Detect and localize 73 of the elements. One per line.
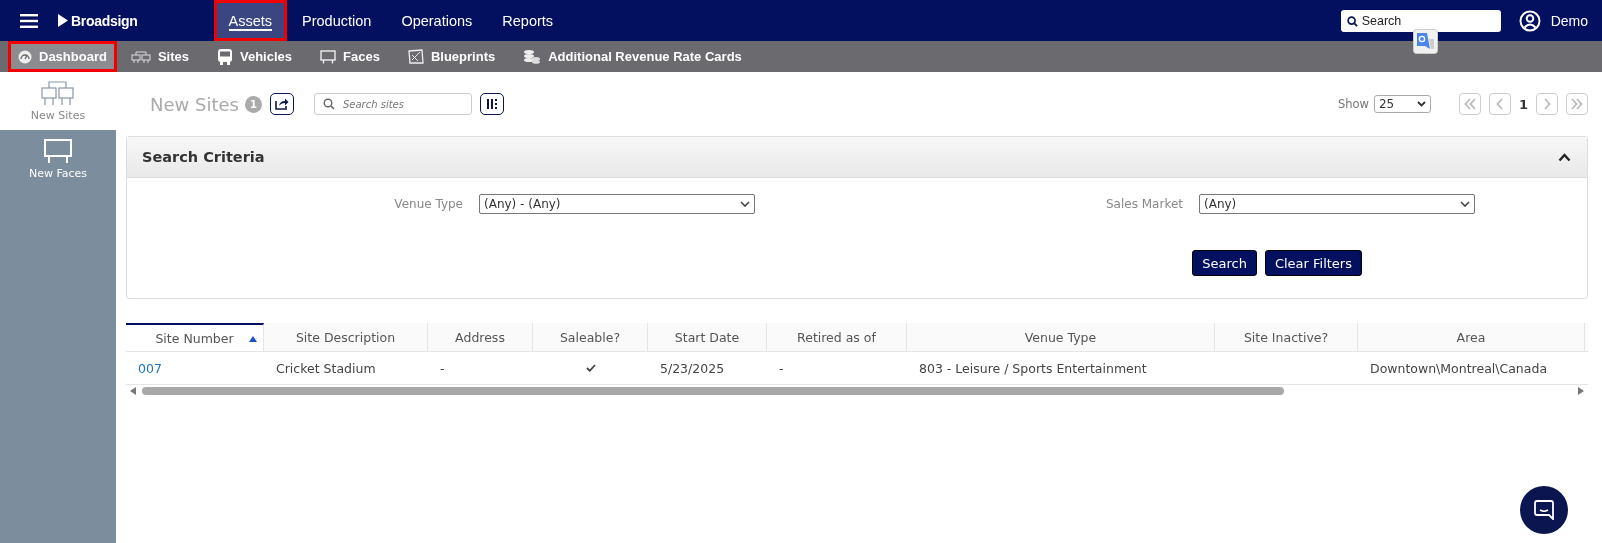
table-cell: Downtown\Montreal\Canada (1370, 360, 1548, 376)
nav-tab[interactable]: Operations (386, 0, 488, 41)
column-header[interactable]: Retired as of (767, 323, 907, 351)
nav-tab[interactable]: Assets (213, 0, 288, 41)
table-cell: - (440, 360, 445, 376)
action-button[interactable]: Clear Filters (1264, 250, 1362, 276)
chevron-down-icon (1416, 101, 1426, 107)
nav-tab[interactable]: Production (287, 0, 387, 41)
action-button[interactable]: Search (1192, 250, 1257, 276)
show-label: Show (1337, 97, 1369, 111)
subnav-tab[interactable]: Additional Revenue Rate Cards (509, 41, 756, 72)
user-icon[interactable] (1518, 9, 1541, 32)
filter-label: Venue Type (394, 197, 463, 211)
chevron-down-icon (1460, 201, 1470, 207)
billboard-icon (43, 138, 73, 164)
subnav-tab[interactable]: Faces (306, 41, 394, 72)
blueprint-icon (407, 49, 424, 64)
translate-icon[interactable] (1413, 29, 1438, 54)
nav-tab[interactable]: Reports (487, 0, 569, 41)
billboards-icon (41, 80, 75, 106)
scroll-right-icon[interactable] (1578, 387, 1584, 395)
table-cell: - (779, 360, 784, 376)
columns-icon (485, 98, 498, 110)
billboard-icon (320, 49, 337, 64)
search-icon (322, 98, 335, 110)
billboards-icon (130, 49, 151, 64)
chevron-left-icon (1495, 98, 1504, 110)
subnav-tab[interactable]: Sites (116, 41, 203, 72)
menu-icon[interactable] (20, 13, 38, 28)
page-number: 1 (1518, 96, 1528, 112)
user-name[interactable]: Demo (1550, 12, 1588, 29)
column-header[interactable]: Area (1358, 323, 1585, 351)
export-icon (274, 98, 289, 110)
double-chevron-right-icon (1571, 98, 1583, 110)
subnav-tab[interactable]: Vehicles (203, 41, 307, 72)
filter-select[interactable]: (Any) (1199, 194, 1475, 214)
play-logo-icon (58, 14, 68, 27)
chevron-right-icon (1543, 98, 1551, 110)
subnav-tab[interactable]: Blueprints (393, 41, 510, 72)
column-header[interactable]: Site Description (264, 323, 428, 351)
bus-icon (217, 48, 233, 65)
table-cell: 803 - Leisure / Sports Entertainment (919, 360, 1147, 376)
filter-select[interactable]: (Any) - (Any) (479, 194, 755, 214)
brand-name: Broadsign (71, 12, 138, 29)
chevron-down-icon (740, 201, 750, 207)
table-cell: Cricket Stadium (276, 360, 376, 376)
filter-label: Sales Market (1106, 197, 1183, 211)
columns-button[interactable] (479, 93, 504, 115)
page-size-select[interactable]: 25 (1373, 95, 1431, 113)
chevron-up-icon[interactable] (1558, 152, 1571, 162)
coins-icon (523, 49, 542, 64)
search-icon (1346, 15, 1358, 27)
search-field[interactable]: Search sites (313, 93, 472, 115)
search-field[interactable]: Search (1340, 9, 1501, 32)
panel-title: Search Criteria (142, 149, 265, 165)
sidebar-item[interactable]: New Sites (0, 72, 116, 130)
chat-button[interactable] (1520, 486, 1568, 534)
sort-ascending-icon (249, 336, 257, 342)
site-link[interactable]: 007 (138, 360, 162, 376)
column-header[interactable]: Site Inactive? (1215, 323, 1358, 351)
column-header[interactable]: Saleable? (533, 323, 648, 351)
column-header[interactable]: Venue Type (907, 323, 1215, 351)
column-header[interactable]: Start Date (648, 323, 767, 351)
double-chevron-left-icon (1463, 98, 1476, 110)
gauge-icon (18, 49, 32, 64)
page-title: New Sites (150, 93, 239, 115)
table-cell: 5/23/2025 (660, 360, 725, 376)
export-button[interactable] (269, 93, 294, 115)
column-header[interactable]: Site Number (126, 323, 264, 351)
count-badge: 1 (244, 95, 262, 113)
column-header[interactable]: Address (428, 323, 533, 351)
chat-icon (1534, 500, 1554, 520)
scroll-left-icon[interactable] (130, 387, 136, 395)
